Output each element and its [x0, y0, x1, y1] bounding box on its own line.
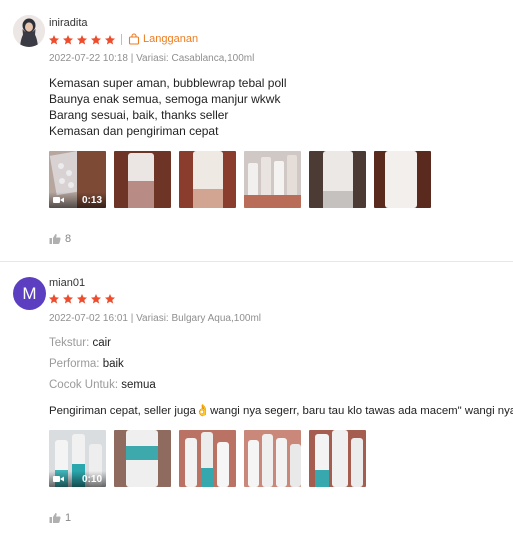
review-image-thumbnail[interactable]	[374, 151, 431, 208]
product-photo	[179, 151, 236, 208]
review-media: 0:13	[49, 151, 431, 208]
star-icon	[48, 293, 60, 305]
attribute-texture: Tekstur: cair	[49, 337, 111, 349]
comment-line: Barang sesuai, baik, thanks seller	[49, 108, 229, 122]
attribute-value: cair	[92, 337, 111, 349]
product-photo	[179, 430, 236, 487]
avatar[interactable]	[13, 15, 45, 47]
attribute-suitable-for: Cocok Untuk: semua	[49, 379, 156, 391]
video-camera-icon	[53, 476, 64, 482]
star-icon	[104, 293, 116, 305]
review-image-thumbnail[interactable]	[179, 151, 236, 208]
review-comment: Pengiriman cepat, seller juga👌wangi nya …	[49, 403, 513, 419]
like-count: 1	[65, 512, 72, 524]
star-icon	[62, 34, 74, 46]
review-video-thumbnail[interactable]: 0:10	[49, 430, 106, 487]
attribute-value: semua	[121, 379, 156, 391]
product-photo	[114, 430, 171, 487]
review-image-thumbnail[interactable]	[244, 151, 301, 208]
badge-label: Langganan	[143, 33, 199, 45]
review-meta: 2022-07-02 16:01 | Variasi: Bulgary Aqua…	[49, 313, 261, 324]
rating-stars	[48, 293, 116, 305]
subscriber-badge: Langganan	[128, 33, 198, 45]
review-image-thumbnail[interactable]	[179, 430, 236, 487]
video-overlay: 0:13	[49, 192, 106, 208]
bag-icon	[128, 33, 140, 45]
star-icon	[90, 293, 102, 305]
avatar[interactable]: M	[13, 277, 46, 310]
thumbs-up-icon	[49, 513, 61, 523]
comment-line: Kemasan super aman, bubblewrap tebal pol…	[49, 76, 287, 90]
video-camera-icon	[53, 197, 64, 203]
attribute-key: Tekstur:	[49, 337, 90, 349]
attribute-performance: Performa: baik	[49, 358, 124, 370]
review-meta: 2022-07-22 10:18 | Variasi: Casablanca,1…	[49, 53, 255, 64]
product-photo	[309, 430, 366, 487]
product-photo	[374, 151, 431, 208]
like-button[interactable]: 1	[49, 512, 71, 524]
video-duration: 0:10	[81, 473, 102, 485]
divider	[121, 34, 122, 45]
attribute-value: baik	[102, 358, 124, 370]
review-image-thumbnail[interactable]	[309, 151, 366, 208]
review-video-thumbnail[interactable]: 0:13	[49, 151, 106, 208]
product-photo	[309, 151, 366, 208]
star-icon	[76, 293, 88, 305]
like-button[interactable]: 8	[49, 233, 71, 245]
review-media: 0:10	[49, 430, 366, 487]
attribute-key: Cocok Untuk:	[49, 379, 119, 391]
review-image-thumbnail[interactable]	[309, 430, 366, 487]
comment-line: Kemasan dan pengiriman cepat	[49, 124, 219, 138]
product-photo	[244, 151, 301, 208]
video-duration: 0:13	[81, 194, 102, 206]
review-comment: Kemasan super aman, bubblewrap tebal pol…	[49, 75, 286, 139]
avatar-photo-icon	[13, 15, 45, 47]
comment-line: Baunya enak semua, semoga manjur wkwk	[49, 92, 281, 106]
like-count: 8	[65, 233, 72, 245]
star-icon	[62, 293, 74, 305]
star-icon	[76, 34, 88, 46]
thumbs-up-icon	[49, 234, 61, 244]
star-icon	[104, 34, 116, 46]
comment-line: Pengiriman cepat, seller juga👌wangi nya …	[49, 405, 513, 417]
product-photo	[244, 430, 301, 487]
review-image-thumbnail[interactable]	[244, 430, 301, 487]
attribute-key: Performa:	[49, 358, 100, 370]
star-icon	[90, 34, 102, 46]
reviewer-name[interactable]: mian01	[49, 277, 85, 289]
review-image-thumbnail[interactable]	[114, 430, 171, 487]
video-overlay: 0:10	[49, 471, 106, 487]
rating-stars	[48, 34, 116, 46]
review-image-thumbnail[interactable]	[114, 151, 171, 208]
product-photo	[114, 151, 171, 208]
review-card: iniradita Langganan 2022-07-22 10:18 | V…	[0, 0, 513, 262]
review-card: M mian01 2022-07-02 16:01 | Variasi: Bul…	[0, 263, 513, 543]
star-icon	[48, 34, 60, 46]
reviewer-name[interactable]: iniradita	[49, 17, 88, 29]
